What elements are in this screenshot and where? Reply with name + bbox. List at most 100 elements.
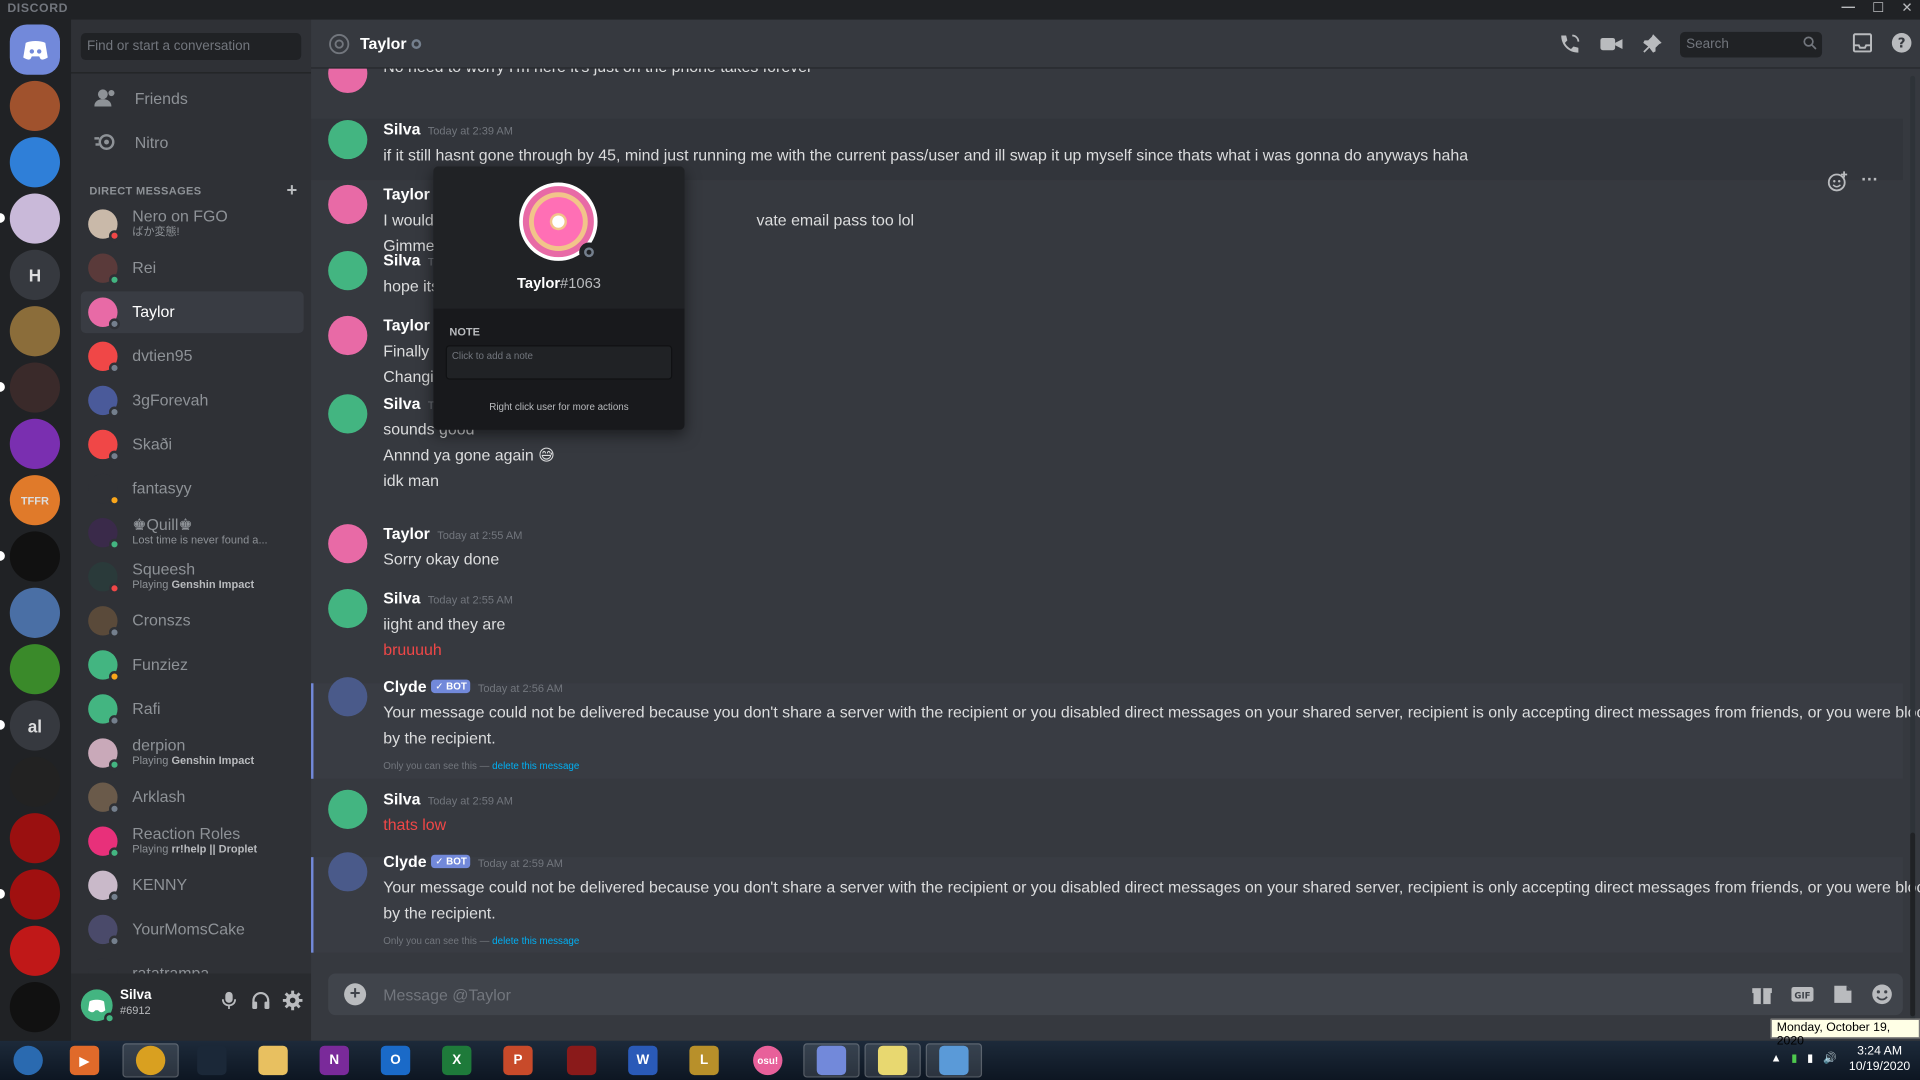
taskbar-steam-icon[interactable] xyxy=(184,1043,240,1077)
message-avatar[interactable] xyxy=(328,394,368,434)
taskbar-outlook-icon[interactable]: O xyxy=(367,1043,423,1077)
server-icon[interactable] xyxy=(9,531,61,582)
create-dm-icon[interactable]: + xyxy=(286,180,297,201)
server-icon[interactable] xyxy=(9,137,61,188)
message-avatar[interactable] xyxy=(328,184,368,225)
user-avatar[interactable] xyxy=(80,989,116,1024)
taskbar-word-icon[interactable]: W xyxy=(615,1043,671,1077)
inbox-icon[interactable] xyxy=(1851,32,1873,60)
message-author[interactable]: Taylor xyxy=(383,185,430,203)
dm-item[interactable]: Taylor xyxy=(80,291,304,334)
message-author[interactable]: Silva xyxy=(383,790,420,808)
taskbar-explorer-icon[interactable] xyxy=(245,1043,301,1077)
dm-item[interactable]: derpion Playing Genshin Impact xyxy=(81,732,304,774)
dm-item[interactable]: 3gForevah xyxy=(81,380,304,422)
message-author[interactable]: Silva xyxy=(383,251,420,269)
delete-message-link[interactable]: delete this message xyxy=(492,760,579,771)
message-author[interactable]: Clyde xyxy=(383,852,426,870)
more-options-icon[interactable]: ··· xyxy=(1861,170,1878,198)
gif-icon[interactable]: GIF xyxy=(1790,983,1814,1011)
taskbar-game-icon[interactable] xyxy=(553,1043,609,1077)
server-icon[interactable] xyxy=(9,587,61,638)
message-input[interactable]: Message @Taylor xyxy=(383,986,511,1004)
server-icon[interactable] xyxy=(9,418,61,469)
message-avatar[interactable] xyxy=(328,852,368,892)
dm-item[interactable]: Rei xyxy=(81,247,304,289)
server-icon[interactable] xyxy=(9,982,61,1033)
popout-avatar[interactable] xyxy=(519,182,599,263)
close-icon[interactable]: ✕ xyxy=(1901,0,1912,16)
dm-item[interactable]: Skaði xyxy=(81,424,304,466)
message-author[interactable]: Taylor xyxy=(383,524,430,542)
note-input[interactable]: Click to add a note xyxy=(445,345,673,380)
nav-friends[interactable]: Friends xyxy=(81,78,301,117)
taskbar-media-icon[interactable]: ▶ xyxy=(56,1043,112,1077)
server-icon[interactable] xyxy=(9,925,61,976)
delete-message-link[interactable]: delete this message xyxy=(492,936,579,947)
taskbar-excel-icon[interactable]: X xyxy=(429,1043,485,1077)
clock-time[interactable]: 3:24 AM xyxy=(1849,1043,1910,1059)
taskbar-powerpoint-icon[interactable]: P xyxy=(490,1043,546,1077)
server-icon[interactable] xyxy=(9,644,61,695)
add-reaction-icon[interactable] xyxy=(1827,170,1849,198)
server-icon[interactable] xyxy=(9,24,61,75)
taskbar-chrome-icon[interactable] xyxy=(122,1043,179,1078)
voice-call-icon[interactable] xyxy=(1558,33,1582,61)
taskbar-league-icon[interactable]: L xyxy=(676,1043,732,1077)
message-author[interactable]: Silva xyxy=(383,394,420,412)
taskbar-paint-icon[interactable] xyxy=(925,1043,983,1078)
dm-item[interactable]: Reaction Roles Playing rr!help || Droplet xyxy=(81,820,304,862)
taskbar-onenote-icon[interactable]: N xyxy=(306,1043,362,1077)
settings-gear-icon[interactable] xyxy=(282,989,304,1017)
server-icon[interactable] xyxy=(9,306,61,357)
scrollbar[interactable] xyxy=(1910,75,1916,1032)
message-avatar[interactable] xyxy=(328,524,368,564)
message-avatar[interactable] xyxy=(328,677,368,717)
server-icon[interactable]: H xyxy=(9,249,61,301)
taskbar-start-icon[interactable] xyxy=(0,1043,56,1077)
dm-item[interactable]: Cronszs xyxy=(81,600,304,642)
microphone-icon[interactable] xyxy=(218,989,240,1017)
server-icon[interactable] xyxy=(9,80,61,132)
dm-item[interactable]: fantasyy xyxy=(81,468,304,510)
network-icon[interactable]: ▮ xyxy=(1791,1051,1797,1067)
dm-item[interactable]: Funziez xyxy=(81,644,304,686)
server-icon[interactable] xyxy=(9,869,61,920)
message-author[interactable]: Silva xyxy=(383,120,420,138)
dm-item[interactable]: KENNY xyxy=(81,864,304,906)
dm-item[interactable]: Squeesh Playing Genshin Impact xyxy=(81,556,304,598)
taskbar-notes-icon[interactable] xyxy=(864,1043,921,1078)
video-call-icon[interactable] xyxy=(1599,33,1623,61)
server-icon[interactable] xyxy=(9,813,61,864)
dm-item[interactable]: dvtien95 xyxy=(81,336,304,378)
taskbar-discord-icon[interactable] xyxy=(803,1043,860,1078)
pin-icon[interactable] xyxy=(1641,33,1663,61)
dm-item[interactable]: Arklash xyxy=(81,776,304,818)
server-icon[interactable] xyxy=(9,193,61,244)
minimize-icon[interactable]: — xyxy=(1842,0,1855,16)
dm-item[interactable]: Nero on FGO ばか変態! xyxy=(81,203,304,245)
message-composer[interactable]: + Message @Taylor GIF xyxy=(328,973,1903,1016)
message-avatar[interactable] xyxy=(328,789,368,829)
attach-plus-icon[interactable]: + xyxy=(344,983,367,1006)
server-icon[interactable] xyxy=(9,362,61,413)
server-icon[interactable]: TFFR xyxy=(9,475,61,526)
tray-arrow-icon[interactable]: ▲ xyxy=(1771,1051,1782,1067)
message-avatar[interactable] xyxy=(328,588,368,629)
scrollbar-thumb[interactable] xyxy=(1910,832,1916,1017)
search-input[interactable]: Search xyxy=(1680,31,1823,58)
dm-item[interactable]: YourMomsCake xyxy=(81,909,304,951)
dm-item[interactable]: ♚Quill♚ Lost time is never found a... xyxy=(81,512,304,554)
message-avatar[interactable] xyxy=(328,120,368,160)
volume-icon[interactable]: 🔊 xyxy=(1823,1051,1837,1067)
message-avatar[interactable] xyxy=(328,315,368,356)
headphones-icon[interactable] xyxy=(250,989,272,1017)
gift-icon[interactable] xyxy=(1751,983,1773,1011)
message-author[interactable]: Silva xyxy=(383,589,420,607)
help-icon[interactable]: ? xyxy=(1891,32,1913,60)
server-icon[interactable] xyxy=(9,756,61,807)
maximize-icon[interactable]: ☐ xyxy=(1872,0,1884,16)
nav-nitro[interactable]: Nitro xyxy=(81,122,301,161)
message-author[interactable]: Clyde xyxy=(383,677,426,695)
server-icon[interactable]: al xyxy=(9,700,61,751)
